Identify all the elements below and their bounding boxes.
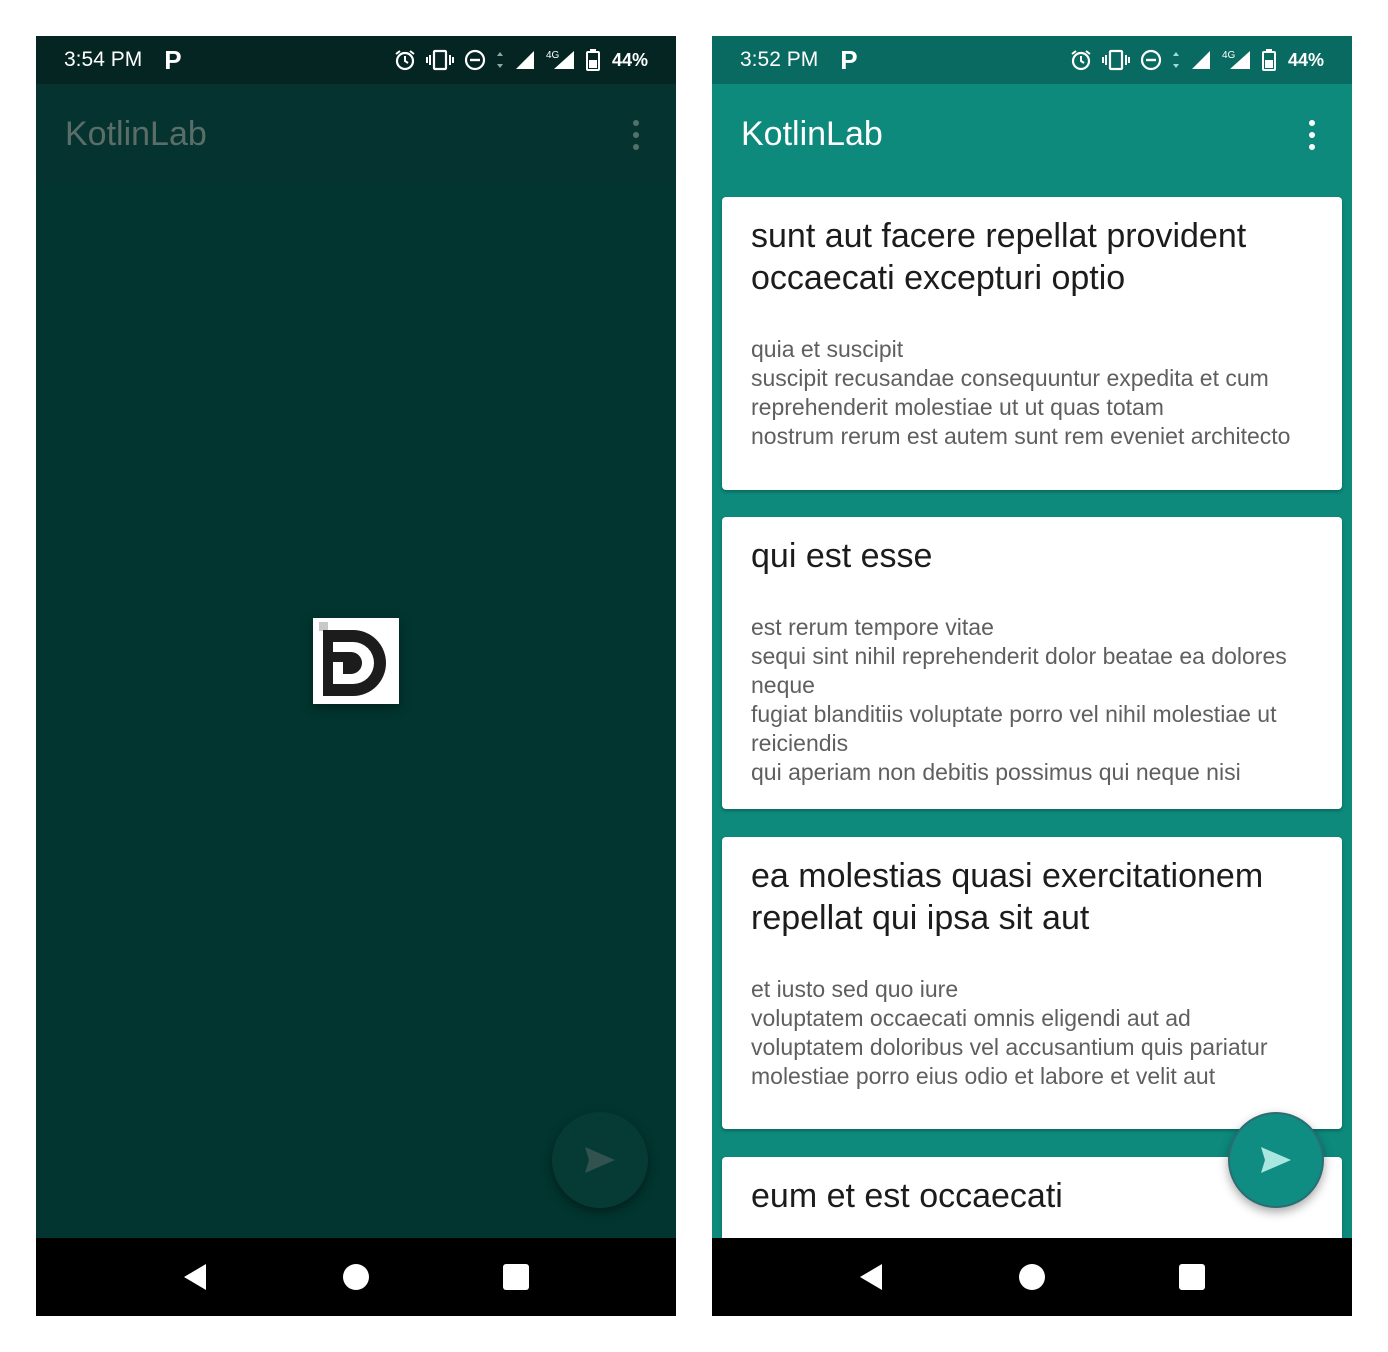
vibrate-icon bbox=[425, 49, 454, 71]
status-bar: 3:54 PM P 4G 44% bbox=[36, 36, 676, 84]
data-arrows-icon bbox=[1172, 52, 1179, 68]
send-icon bbox=[585, 1147, 615, 1173]
post-title: sunt aut facere repellat provident occae… bbox=[751, 217, 1247, 297]
parking-notification-icon: P bbox=[840, 44, 858, 75]
status-icons: 4G 44% bbox=[394, 49, 648, 71]
svg-text:4G: 4G bbox=[1222, 50, 1236, 61]
post-title: qui est esse bbox=[751, 537, 933, 575]
system-nav-bar bbox=[36, 1238, 676, 1316]
more-vert-icon[interactable] bbox=[1302, 120, 1322, 152]
battery-icon bbox=[585, 49, 600, 71]
app-title: KotlinLab bbox=[65, 114, 207, 153]
post-card[interactable]: ea molestias quasi exercitationem repell… bbox=[722, 837, 1342, 1129]
parking-notification-icon: P bbox=[164, 44, 182, 75]
post-body: et iusto sed quo iure voluptatem occaeca… bbox=[751, 976, 1268, 1089]
signal-icon bbox=[1191, 51, 1210, 69]
alarm-icon bbox=[1071, 50, 1091, 71]
status-time: 3:52 PM bbox=[740, 48, 819, 71]
post-title: eum et est occaecati bbox=[751, 1177, 1063, 1215]
app-title: KotlinLab bbox=[741, 114, 883, 153]
back-icon[interactable] bbox=[856, 1262, 886, 1292]
vibrate-icon bbox=[1101, 49, 1130, 71]
send-fab[interactable] bbox=[552, 1112, 648, 1208]
more-vert-icon[interactable] bbox=[626, 120, 646, 152]
data-arrows-icon bbox=[496, 52, 503, 68]
send-fab[interactable] bbox=[1228, 1112, 1324, 1208]
d-logo-icon bbox=[313, 618, 399, 704]
splash-screen: 3:54 PM P 4G 44% KotlinLab bbox=[36, 36, 676, 1316]
post-body: est rerum tempore vitae sequi sint nihil… bbox=[751, 614, 1287, 785]
status-icons: 4G 44% bbox=[1070, 49, 1324, 71]
post-card[interactable]: sunt aut facere repellat provident occae… bbox=[722, 197, 1342, 490]
send-icon bbox=[1261, 1147, 1291, 1173]
battery-icon bbox=[1261, 49, 1276, 71]
post-card[interactable]: qui est esse est rerum tempore vitae seq… bbox=[722, 517, 1342, 809]
do-not-disturb-icon bbox=[1140, 49, 1162, 71]
recents-icon[interactable] bbox=[501, 1262, 531, 1292]
system-nav-bar bbox=[712, 1238, 1352, 1316]
status-bar: 3:52 PM P 4G 44% bbox=[712, 36, 1352, 84]
app-bar: KotlinLab bbox=[712, 84, 1352, 184]
signal-4g-icon: 4G bbox=[1222, 50, 1250, 69]
signal-icon bbox=[515, 51, 534, 69]
app-bar: KotlinLab bbox=[36, 84, 676, 184]
back-icon[interactable] bbox=[180, 1262, 210, 1292]
recents-icon[interactable] bbox=[1177, 1262, 1207, 1292]
status-time: 3:54 PM bbox=[64, 48, 143, 71]
post-title: ea molestias quasi exercitationem repell… bbox=[751, 857, 1264, 937]
home-icon[interactable] bbox=[1017, 1262, 1047, 1292]
battery-percent: 44% bbox=[1287, 49, 1324, 70]
do-not-disturb-icon bbox=[464, 49, 486, 71]
posts-screen: 3:52 PM P 4G 44% KotlinLab sunt aut face… bbox=[712, 36, 1352, 1316]
alarm-icon bbox=[395, 50, 415, 71]
signal-4g-icon: 4G bbox=[546, 50, 574, 69]
svg-text:4G: 4G bbox=[546, 50, 560, 61]
home-icon[interactable] bbox=[341, 1262, 371, 1292]
post-body: quia et suscipit suscipit recusandae con… bbox=[751, 336, 1291, 449]
battery-percent: 44% bbox=[611, 49, 648, 70]
